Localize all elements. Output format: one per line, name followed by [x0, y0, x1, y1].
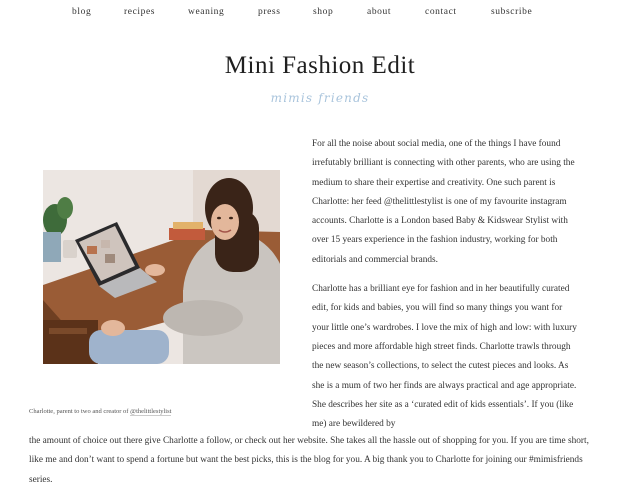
series-subtitle: mimis friends: [270, 91, 370, 105]
article-paragraph: Charlotte has a brilliant eye for fashio…: [312, 284, 577, 430]
top-navigation: blog recipes weaning press shop about co…: [0, 7, 640, 21]
nav-link-recipes[interactable]: recipes: [124, 7, 155, 17]
caption-text: Charlotte, parent to two and creator of: [29, 408, 131, 415]
nav-link-weaning[interactable]: weaning: [188, 7, 224, 17]
nav-link-shop[interactable]: shop: [313, 7, 333, 17]
caption-instagram-link[interactable]: @thelittlestylist: [130, 408, 172, 416]
nav-link-press[interactable]: press: [258, 7, 281, 17]
nav-link-about[interactable]: about: [367, 7, 391, 17]
article-paragraph: For all the noise about social media, on…: [312, 139, 575, 265]
article-body-right-column: For all the noise about social media, on…: [312, 135, 580, 444]
nav-link-blog[interactable]: blog: [72, 7, 91, 17]
nav-link-subscribe[interactable]: subscribe: [491, 7, 532, 17]
page-title: Mini Fashion Edit: [224, 52, 416, 79]
nav-link-contact[interactable]: contact: [425, 7, 457, 17]
photo-caption: Charlotte, parent to two and creator of …: [29, 408, 172, 416]
article-photo: [43, 170, 280, 364]
article-paragraph-continued: the amount of choice out there give Char…: [29, 436, 589, 485]
